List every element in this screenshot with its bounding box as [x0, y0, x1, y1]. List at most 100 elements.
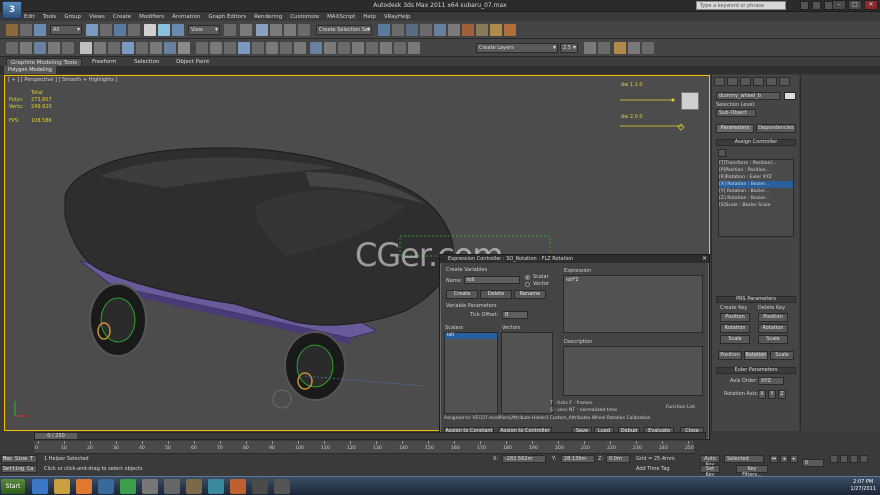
- motion-tab-icon[interactable]: [753, 77, 764, 86]
- tree-y-rotation[interactable]: [Y] Rotation : Bezier...: [719, 188, 793, 195]
- expression-textarea[interactable]: ioli*2: [563, 275, 703, 333]
- menu-tools[interactable]: Tools: [43, 14, 57, 20]
- key-mode-dropdown[interactable]: Selected: [724, 455, 764, 463]
- tab-graphite-modeling[interactable]: Graphite Modeling Tools: [6, 58, 83, 66]
- selection-filter-dropdown[interactable]: All: [50, 25, 82, 35]
- rotate-icon[interactable]: [158, 24, 170, 36]
- snaps-toggle-icon[interactable]: [256, 24, 268, 36]
- scalars-list[interactable]: ioli: [444, 332, 498, 414]
- graphite-toggle-icon[interactable]: [420, 24, 432, 36]
- scalar-radio[interactable]: [525, 275, 530, 280]
- list-item[interactable]: ioli: [445, 333, 497, 339]
- motion-icon[interactable]: [310, 42, 322, 54]
- set-key-button[interactable]: Set Key: [700, 465, 720, 478]
- display-tab-icon[interactable]: [766, 77, 777, 86]
- controller-tree[interactable]: [T]Transform : Position/... [P]Position …: [718, 159, 794, 237]
- cylinder-icon[interactable]: [642, 42, 654, 54]
- helper-icon[interactable]: [196, 42, 208, 54]
- menu-edit[interactable]: Edit: [24, 14, 35, 20]
- x-coordinate-field[interactable]: -282.562m: [502, 455, 546, 463]
- start-button[interactable]: Start: [1, 479, 25, 494]
- z-coordinate-field[interactable]: 0.0m: [606, 455, 630, 463]
- variable-name-input[interactable]: ioli: [464, 276, 520, 284]
- scale-icon[interactable]: [172, 24, 184, 36]
- current-frame-field[interactable]: 0: [802, 459, 824, 467]
- delete-position-key-button[interactable]: Position: [758, 313, 788, 322]
- redo-icon[interactable]: [20, 24, 32, 36]
- rotation-mode-button[interactable]: Rotation: [744, 351, 768, 360]
- spinner-snap-icon[interactable]: [298, 24, 310, 36]
- brush-icon[interactable]: [80, 42, 92, 54]
- ie-icon[interactable]: [32, 479, 48, 494]
- key-filters-button[interactable]: Key Filters...: [736, 465, 768, 478]
- dependencies-button[interactable]: Dependencies: [756, 124, 796, 133]
- time-slider[interactable]: 0 / 250: [34, 432, 706, 440]
- orbit-icon[interactable]: [850, 455, 858, 463]
- sub-object-button[interactable]: Sub-Object: [716, 109, 756, 117]
- render-view-icon[interactable]: [598, 42, 610, 54]
- dialog-title-bar[interactable]: Expression Controller : SO_Rotation : FL…: [440, 255, 709, 263]
- parameters-button[interactable]: Parameters: [716, 124, 754, 133]
- layer-dropdown[interactable]: Create Layers: [476, 43, 558, 53]
- window-crossing-icon[interactable]: [128, 24, 140, 36]
- align-icon[interactable]: [392, 24, 404, 36]
- axis-x-button[interactable]: X: [758, 390, 766, 399]
- tree-z-rotation[interactable]: [Z] Rotation : Bezier...: [719, 195, 793, 202]
- axis-z-button[interactable]: Z: [778, 390, 786, 399]
- search-icon[interactable]: [800, 1, 809, 10]
- tab-object-paint[interactable]: Object Paint: [172, 58, 213, 66]
- sphere-icon[interactable]: [628, 42, 640, 54]
- tree-transform[interactable]: [T]Transform : Position/...: [719, 160, 793, 167]
- select-manipulate-icon[interactable]: [240, 24, 252, 36]
- camera-icon[interactable]: [238, 42, 250, 54]
- track-bar[interactable]: 0 10 20 30 40 50 60 70 80 90 100 110 120 130 140 150 160…: [34, 441, 694, 454]
- modifier-icon[interactable]: [280, 42, 292, 54]
- prev-frame-icon[interactable]: ◂: [780, 455, 788, 463]
- euler-parameters-rollout[interactable]: Euler Parameters: [716, 367, 796, 374]
- grid-icon[interactable]: [122, 42, 134, 54]
- maxscript-listener-2[interactable]: Setting Ca: [1, 465, 37, 473]
- app-icon-3[interactable]: [142, 479, 158, 494]
- shape-icon[interactable]: [210, 42, 222, 54]
- percent-snap-icon[interactable]: [284, 24, 296, 36]
- time-slider-thumb[interactable]: 0 / 250: [35, 433, 77, 439]
- add-time-tag-button[interactable]: Add Time Tag: [636, 466, 670, 472]
- zoom-icon[interactable]: [830, 455, 838, 463]
- select-object-icon[interactable]: [86, 24, 98, 36]
- tick-offset-input[interactable]: 0: [502, 311, 528, 319]
- paint-icon[interactable]: [108, 42, 120, 54]
- render-icon[interactable]: [504, 24, 516, 36]
- render-frame-icon[interactable]: [490, 24, 502, 36]
- pan-icon[interactable]: [840, 455, 848, 463]
- tab-freeform[interactable]: Freeform: [88, 58, 121, 66]
- hierarchy-icon[interactable]: [294, 42, 306, 54]
- y-coordinate-field[interactable]: 28.136m: [561, 455, 595, 463]
- cube-icon[interactable]: [178, 42, 190, 54]
- menu-help[interactable]: Help: [363, 14, 376, 20]
- select-by-name-icon[interactable]: [100, 24, 112, 36]
- link-icon[interactable]: [34, 24, 46, 36]
- menu-customize[interactable]: Customize: [290, 14, 319, 20]
- light-icon[interactable]: [224, 42, 236, 54]
- description-textarea[interactable]: [563, 346, 703, 396]
- curve-editor-icon[interactable]: [434, 24, 446, 36]
- system-icon[interactable]: [266, 42, 278, 54]
- app-icon-5[interactable]: [186, 479, 202, 494]
- schematic-view-icon[interactable]: [448, 24, 460, 36]
- tree-x-rotation[interactable]: [X] Rotation : Bezier...: [719, 181, 793, 188]
- create-rotation-key-button[interactable]: Rotation: [720, 324, 750, 333]
- menu-modifiers[interactable]: Modifiers: [139, 14, 164, 20]
- modify-tab-icon[interactable]: [727, 77, 738, 86]
- layer-icon[interactable]: [6, 42, 18, 54]
- function-list-button[interactable]: Function List: [666, 405, 695, 410]
- utilities-tab-icon[interactable]: [779, 77, 790, 86]
- app-icon-7[interactable]: [230, 479, 246, 494]
- plane-icon[interactable]: [164, 42, 176, 54]
- tree-rotation[interactable]: [R]Rotation : Euler XYZ: [719, 174, 793, 181]
- menu-create[interactable]: Create: [113, 14, 131, 20]
- object-name-field[interactable]: dummy_wheel_b: [716, 92, 780, 100]
- dialog-close-icon[interactable]: ×: [702, 255, 707, 263]
- app-icon-1[interactable]: [98, 479, 114, 494]
- freeze-icon[interactable]: [366, 42, 378, 54]
- viewcube-icon[interactable]: [681, 92, 699, 110]
